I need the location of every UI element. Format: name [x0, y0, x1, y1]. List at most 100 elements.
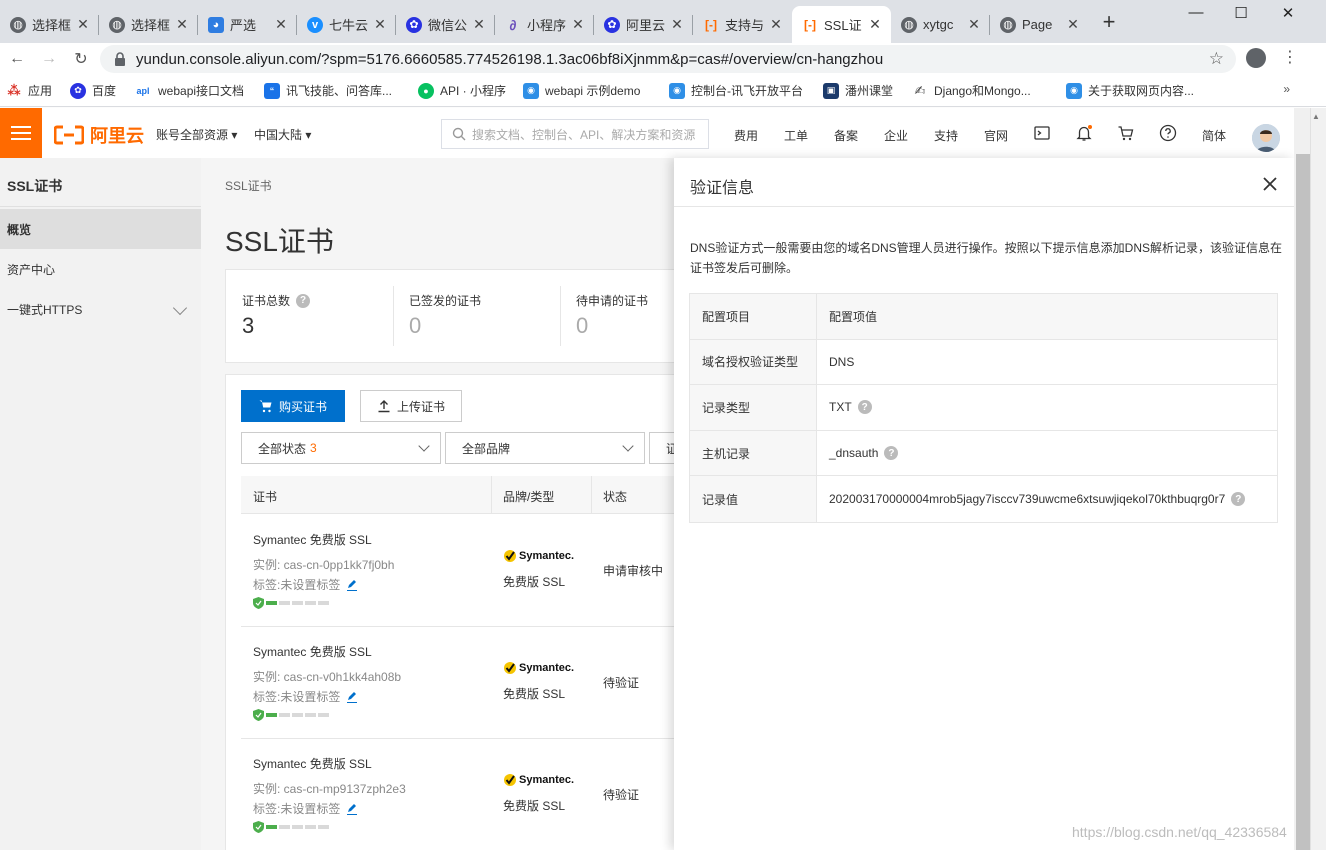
browser-tab[interactable]: [-] 支持与 ✕ — [693, 6, 792, 43]
table-row[interactable]: Symantec 免费版 SSL 实例: cas-cn-0pp1kk7fj0bh… — [241, 515, 674, 627]
account-dropdown[interactable]: 账号全部资源 ▾ — [156, 126, 237, 143]
app-icon: ◕ — [208, 16, 224, 33]
browser-tab[interactable]: ◍ 选择框 ✕ — [99, 6, 198, 43]
close-icon[interactable]: ✕ — [174, 16, 190, 33]
question-icon[interactable]: ? — [296, 293, 311, 308]
table-row[interactable]: Symantec 免费版 SSL 实例: cas-cn-mp9137zph2e3… — [241, 739, 674, 850]
bookmark-item[interactable]: ◉ 关于获取网页内容... — [1066, 82, 1194, 99]
bookmark-item[interactable]: ◉ 控制台-讯飞开放平台 — [669, 82, 803, 99]
progress-segment — [318, 713, 329, 717]
edit-icon[interactable] — [346, 691, 358, 703]
bookmark-item[interactable]: apl webapi接口文档 — [134, 82, 244, 99]
tab-title: 选择框 — [131, 18, 170, 33]
bookmark-item[interactable]: ✍ Django和Mongo... — [912, 82, 1031, 99]
terminal-icon[interactable] — [1033, 124, 1051, 142]
question-icon[interactable]: ? — [857, 400, 872, 415]
avatar[interactable] — [1252, 124, 1280, 152]
browser-tab[interactable]: ◍ 选择框 ✕ — [0, 6, 99, 43]
sidebar-item-https[interactable]: 一键式HTTPS — [0, 289, 201, 329]
maximize-icon[interactable]: ☐ — [1231, 4, 1251, 22]
more-menu-icon[interactable]: ⋮ — [1282, 47, 1298, 67]
bookmark-item[interactable]: “ 讯飞技能、问答库... — [264, 82, 392, 99]
window-close-icon[interactable]: ✕ — [1278, 4, 1298, 22]
nav-link-billing[interactable]: 费用 — [734, 127, 758, 144]
browser-tab[interactable]: ◍ Page ✕ — [990, 6, 1089, 43]
close-icon[interactable]: ✕ — [669, 16, 685, 33]
minimize-icon[interactable]: — — [1186, 4, 1206, 21]
profile-icon[interactable] — [1246, 48, 1266, 68]
bookmark-item[interactable]: ✿ 百度 — [70, 82, 116, 99]
third-filter-select[interactable]: 证 — [649, 432, 674, 464]
close-icon[interactable] — [1262, 176, 1278, 192]
config-value[interactable]: 202003170000004mrob5jagy7isccv739uwcme6x… — [829, 492, 1225, 506]
browser-tab[interactable]: ✿ 微信公 ✕ — [396, 6, 495, 43]
close-icon[interactable]: ✕ — [471, 16, 487, 33]
progress-segment — [292, 713, 303, 717]
nav-link-icp[interactable]: 备案 — [834, 127, 858, 144]
wechat-icon: ● — [418, 82, 434, 99]
drawer-scrollbar-thumb[interactable] — [1296, 154, 1310, 850]
close-icon[interactable]: ✕ — [768, 16, 784, 33]
brand-filter-select[interactable]: 全部品牌 — [445, 432, 645, 464]
nav-link-tickets[interactable]: 工单 — [784, 127, 808, 144]
scroll-up-icon[interactable]: ▲ — [1312, 112, 1320, 121]
globe-icon: ◍ — [1000, 16, 1016, 33]
close-icon[interactable]: ✕ — [372, 16, 388, 33]
certificate-name[interactable]: Symantec 免费版 SSL — [253, 755, 372, 772]
browser-tab[interactable]: ∂ 小程序 ✕ — [495, 6, 594, 43]
page-scrollbar[interactable] — [1310, 108, 1326, 850]
browser-tab[interactable]: ✿ 阿里云 ✕ — [594, 6, 693, 43]
bookmark-apps[interactable]: ⁂ 应用 — [6, 82, 52, 99]
nav-link-enterprise[interactable]: 企业 — [884, 127, 908, 144]
breadcrumb[interactable]: SSL证书 — [225, 177, 272, 194]
help-icon[interactable] — [1159, 124, 1177, 142]
status-filter-select[interactable]: 全部状态 3 — [241, 432, 441, 464]
bookmark-label: Django和Mongo... — [934, 84, 1031, 98]
sidebar-item-assets[interactable]: 资产中心 — [0, 249, 201, 289]
upload-certificate-button[interactable]: 上传证书 — [360, 390, 462, 422]
table-row[interactable]: Symantec 免费版 SSL 实例: cas-cn-v0h1kk4ah08b… — [241, 627, 674, 739]
question-icon[interactable]: ? — [1231, 492, 1246, 507]
edit-icon[interactable] — [346, 803, 358, 815]
language-switch[interactable]: 简体 — [1202, 127, 1226, 144]
browser-tab[interactable]: ◕ 严选 ✕ — [198, 6, 297, 43]
search-input[interactable]: 搜索文档、控制台、API、解决方案和资源 — [441, 119, 709, 149]
tab-title: 小程序 — [527, 18, 566, 33]
certificate-name[interactable]: Symantec 免费版 SSL — [253, 643, 372, 660]
new-tab-button[interactable]: + — [1098, 11, 1120, 33]
bell-icon[interactable] — [1075, 124, 1093, 142]
config-value[interactable]: TXT — [829, 400, 852, 414]
bookmark-item[interactable]: ▣ 潘州课堂 — [823, 82, 893, 99]
close-icon[interactable]: ✕ — [867, 16, 883, 33]
config-value[interactable]: DNS — [829, 355, 854, 369]
back-icon[interactable]: ← — [6, 48, 28, 70]
brand-name: Symantec. — [519, 774, 575, 786]
bookmark-star-icon[interactable]: ☆ — [1209, 49, 1224, 69]
forward-icon[interactable]: → — [38, 48, 60, 70]
bookmarks-overflow[interactable]: » — [1283, 82, 1290, 96]
bookmark-item[interactable]: ◉ webapi 示例demo — [523, 82, 640, 99]
address-bar[interactable]: yundun.console.aliyun.com/?spm=5176.6660… — [100, 45, 1236, 73]
sidebar-item-overview[interactable]: 概览 — [0, 209, 201, 249]
nav-link-website[interactable]: 官网 — [984, 127, 1008, 144]
close-icon[interactable]: ✕ — [75, 16, 91, 33]
close-icon[interactable]: ✕ — [1065, 16, 1081, 33]
aliyun-logo[interactable]: 阿里云 — [54, 122, 144, 148]
cart-icon[interactable] — [1117, 124, 1135, 142]
browser-tab[interactable]: ◍ xytgc ✕ — [891, 6, 990, 43]
hamburger-menu-icon[interactable] — [0, 108, 42, 158]
buy-certificate-button[interactable]: 购买证书 — [241, 390, 345, 422]
reload-icon[interactable]: ↻ — [70, 48, 92, 70]
close-icon[interactable]: ✕ — [273, 16, 289, 33]
close-icon[interactable]: ✕ — [570, 16, 586, 33]
question-icon[interactable]: ? — [884, 446, 899, 461]
browser-tab-active[interactable]: [-] SSL证 ✕ — [792, 6, 891, 43]
region-dropdown[interactable]: 中国大陆 ▾ — [254, 126, 311, 143]
edit-icon[interactable] — [346, 579, 358, 591]
certificate-name[interactable]: Symantec 免费版 SSL — [253, 531, 372, 548]
nav-link-support[interactable]: 支持 — [934, 127, 958, 144]
browser-tab[interactable]: v 七牛云 ✕ — [297, 6, 396, 43]
close-icon[interactable]: ✕ — [966, 16, 982, 33]
bookmark-item[interactable]: ● API · 小程序 — [418, 82, 506, 99]
config-value[interactable]: _dnsauth — [829, 446, 878, 460]
